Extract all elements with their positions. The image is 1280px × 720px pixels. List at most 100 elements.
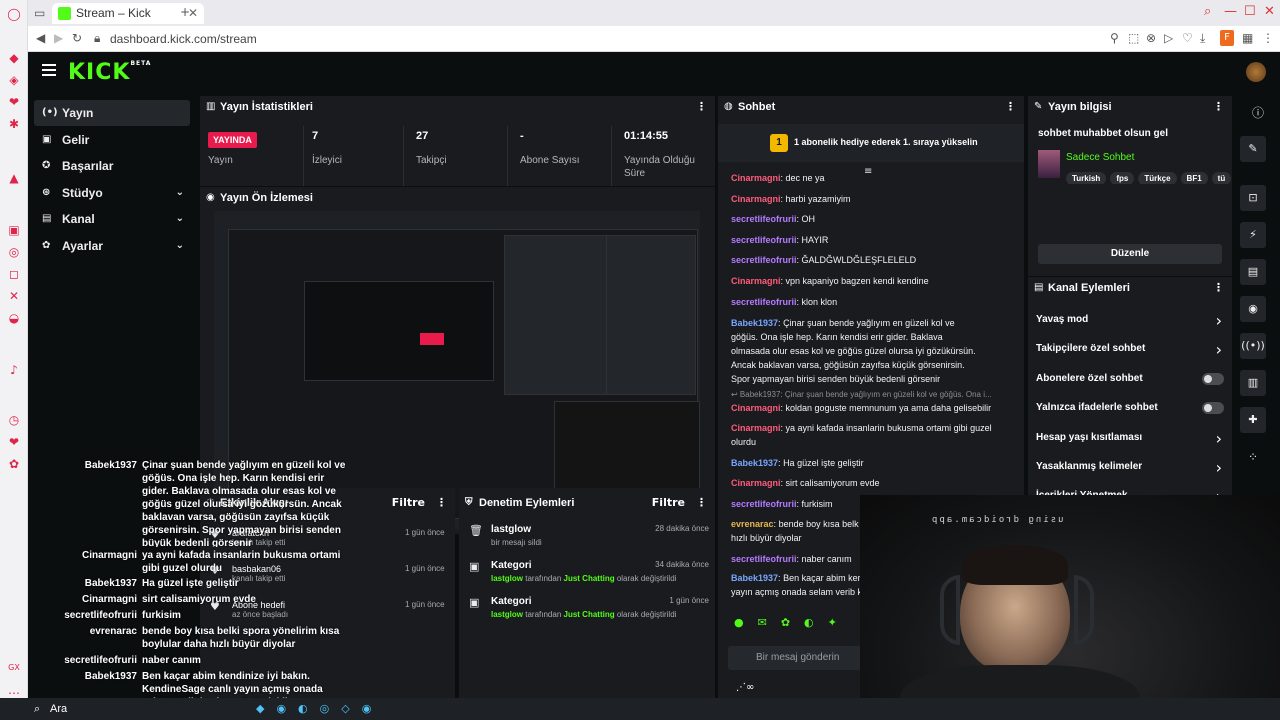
gx-icon[interactable]: GX xyxy=(6,660,22,676)
chat-username[interactable]: secretlifeofrurii xyxy=(731,297,797,307)
edit-button[interactable]: Düzenle xyxy=(1038,244,1222,264)
menu-icon[interactable]: ⋮ xyxy=(1262,31,1274,45)
chevron-right-icon[interactable]: › xyxy=(1216,458,1222,477)
chat-username[interactable]: secretlifeofrurii xyxy=(731,554,797,564)
channel-action-row[interactable]: Takipçilere özel sohbet xyxy=(1036,343,1226,354)
settings-icon[interactable]: ✿ xyxy=(6,456,22,472)
toggle-switch[interactable] xyxy=(1202,402,1224,415)
minimize-icon[interactable]: — xyxy=(1224,4,1237,19)
toggle-switch[interactable] xyxy=(1202,372,1224,385)
filter-button[interactable]: Filtre xyxy=(392,492,425,514)
chat-username[interactable]: Cinarmagni xyxy=(731,173,781,183)
taskbar-apps[interactable]: ◆◉◐◎◇◉ xyxy=(256,702,383,715)
app-icon[interactable]: ♪ xyxy=(6,362,22,378)
sidebar-item-3[interactable]: ✪ Başarılar xyxy=(34,153,190,179)
info-icon[interactable]: ⓘ xyxy=(1252,104,1264,121)
chevron-right-icon[interactable]: › xyxy=(1216,340,1222,359)
app-icon[interactable]: ❤ xyxy=(6,94,22,110)
url-field[interactable]: dashboard.kick.com/stream xyxy=(110,32,257,46)
tag-badge[interactable]: BF1 xyxy=(1180,172,1208,184)
broadcast-icon[interactable]: ((•)) xyxy=(1240,333,1266,359)
tag-badge[interactable]: Turkish xyxy=(1066,172,1107,184)
chat-username[interactable]: secretlifeofrurii xyxy=(731,235,797,245)
chat-username[interactable]: Babek1937 xyxy=(731,318,778,328)
chat-bubble-icon[interactable]: ◉ xyxy=(1240,296,1266,322)
x-icon[interactable]: ✕ xyxy=(6,288,22,304)
more-options-icon[interactable]: ⋮ xyxy=(696,96,707,118)
more-options-icon[interactable]: ⋮ xyxy=(1005,96,1016,118)
extension-icon[interactable]: ⚲ xyxy=(1110,31,1119,45)
app-icon[interactable]: ✱ xyxy=(6,116,22,132)
new-tab-icon[interactable]: + xyxy=(180,5,190,19)
sidebar-item-5[interactable]: ▤ Kanal ⌄ xyxy=(34,206,190,232)
channel-action-row[interactable]: Abonelere özel sohbet xyxy=(1036,373,1226,384)
emote-bar[interactable]: ●✉✿◐✦ xyxy=(734,616,851,629)
taskbar-search[interactable]: Ara xyxy=(50,703,67,715)
chat-username[interactable]: secretlifeofrurii xyxy=(731,255,797,265)
puzzle-icon[interactable]: ▦ xyxy=(1242,31,1253,45)
shield-icon[interactable]: ⊗ xyxy=(1146,31,1156,45)
search-icon[interactable]: ⌕ xyxy=(1204,4,1211,19)
twitch-icon[interactable]: ▣ xyxy=(6,222,22,238)
download-icon[interactable]: ⤓ xyxy=(1200,31,1205,46)
pencil-icon[interactable]: ✎ xyxy=(1240,136,1266,162)
search-icon[interactable]: ⌕ xyxy=(34,702,40,716)
sidebar-item-2[interactable]: ▣ Gelir xyxy=(34,127,190,153)
history-icon[interactable]: ◷ xyxy=(6,412,22,428)
tag-badge[interactable]: Türkçe xyxy=(1138,172,1177,184)
gift-banner[interactable]: 1 1 abonelik hediye ederek 1. sıraya yük… xyxy=(718,124,1024,162)
maximize-icon[interactable]: ☐ xyxy=(1244,4,1256,19)
document-icon[interactable]: ▤ xyxy=(1240,259,1266,285)
more-icon[interactable]: … xyxy=(6,682,22,698)
chevron-down-icon[interactable]: ⌄ xyxy=(176,206,184,232)
chat-username[interactable]: secretlifeofrurii xyxy=(731,499,797,509)
chevron-right-icon[interactable]: › xyxy=(1216,429,1222,448)
channel-action-row[interactable]: Hesap yaşı kısıtlaması xyxy=(1036,432,1226,443)
close-window-icon[interactable]: ✕ xyxy=(1264,4,1275,19)
lightning-icon[interactable]: ⚡︎ xyxy=(1240,222,1266,248)
more-options-icon[interactable]: ⋮ xyxy=(436,492,447,514)
wrench-icon[interactable]: ✚ xyxy=(1240,407,1266,433)
instagram-icon[interactable]: ◻ xyxy=(6,266,22,282)
heart-icon[interactable]: ♡ xyxy=(1182,31,1193,45)
chat-username[interactable]: Babek1937 xyxy=(731,458,778,468)
server-icon[interactable]: ▥ xyxy=(1240,370,1266,396)
apps-icon[interactable]: ⁘ xyxy=(1248,450,1258,464)
chat-username[interactable]: Cinarmagni xyxy=(731,403,781,413)
more-options-icon[interactable]: ⋮ xyxy=(1213,277,1224,299)
capture-icon[interactable]: ⊡ xyxy=(1240,185,1266,211)
hamburger-menu-icon[interactable] xyxy=(42,64,56,76)
snapshot-icon[interactable]: ⬚ xyxy=(1128,31,1139,45)
app-icon[interactable]: ▲ xyxy=(6,170,22,186)
whatsapp-icon[interactable]: ◎ xyxy=(6,244,22,260)
chat-username[interactable]: Cinarmagni xyxy=(731,478,781,488)
emote-icon[interactable]: ⋰∞ xyxy=(736,682,754,693)
tag-badge[interactable]: fps xyxy=(1110,172,1135,184)
back-icon[interactable]: ◀ xyxy=(36,31,45,45)
chat-username[interactable]: Cinarmagni xyxy=(731,423,781,433)
category-name[interactable]: Sadece Sohbet xyxy=(1066,152,1134,163)
channel-action-row[interactable]: Yalnızca ifadelerle sohbet xyxy=(1036,402,1226,413)
kick-logo[interactable]: KICKBETA xyxy=(68,60,151,85)
chat-username[interactable]: evrenarac xyxy=(731,519,774,529)
opera-logo-icon[interactable]: ◯ xyxy=(6,6,22,22)
tab-menu-icon[interactable]: ▭ xyxy=(34,6,45,20)
channel-action-row[interactable]: Yasaklanmış kelimeler xyxy=(1036,461,1226,472)
chevron-down-icon[interactable]: ⌄ xyxy=(176,233,184,259)
chevron-down-icon[interactable]: ⌄ xyxy=(176,180,184,206)
more-options-icon[interactable]: ⋮ xyxy=(1213,96,1224,118)
discord-icon[interactable]: ◒ xyxy=(6,310,22,326)
avatar[interactable] xyxy=(1246,62,1266,82)
app-icon[interactable]: ◆ xyxy=(6,50,22,66)
profile-icon[interactable]: F xyxy=(1220,30,1234,46)
channel-action-row[interactable]: Yavaş mod xyxy=(1036,314,1226,325)
tag-badge[interactable]: tü xyxy=(1211,172,1232,184)
play-icon[interactable]: ▷ xyxy=(1164,31,1173,45)
forward-icon[interactable]: ▶ xyxy=(54,31,63,45)
sidebar-item-4[interactable]: ⊛ Stüdyo ⌄ xyxy=(34,180,190,206)
more-options-icon[interactable]: ⋮ xyxy=(696,492,707,514)
sidebar-item-1[interactable]: (•) Yayın xyxy=(34,100,190,126)
sidebar-item-6[interactable]: ✿ Ayarlar ⌄ xyxy=(34,233,190,259)
chevron-right-icon[interactable]: › xyxy=(1216,311,1222,330)
app-icon[interactable]: ◈ xyxy=(6,72,22,88)
